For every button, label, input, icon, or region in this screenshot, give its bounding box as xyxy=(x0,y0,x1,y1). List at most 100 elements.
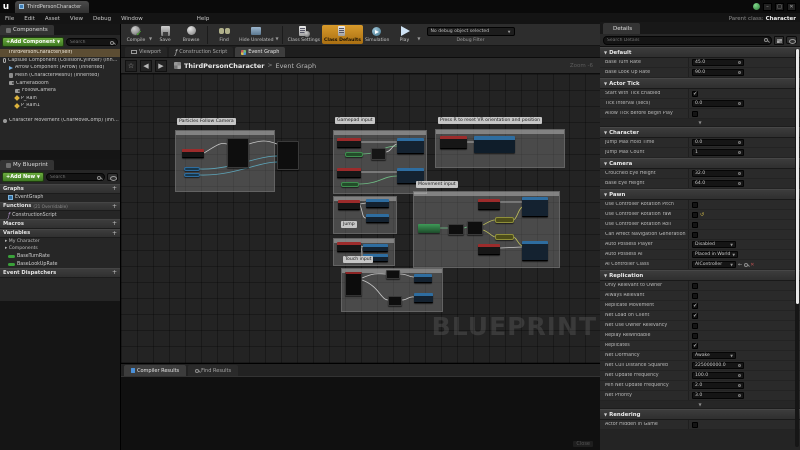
pill-blue-node[interactable] xyxy=(184,167,200,171)
details-section-pawn[interactable]: ▼ Pawn xyxy=(600,189,800,200)
tab-find-results[interactable]: Find Results xyxy=(188,365,239,376)
close-results-button[interactable]: Close xyxy=(573,441,593,447)
details-scrollbar[interactable] xyxy=(795,49,799,447)
event-node[interactable] xyxy=(478,199,500,210)
spinner-icon[interactable] xyxy=(737,393,741,398)
tab-components[interactable]: Components xyxy=(0,25,54,35)
browse-button[interactable]: Browse xyxy=(178,25,204,44)
tab-viewport[interactable]: Viewport xyxy=(125,47,168,57)
add-icon[interactable]: + xyxy=(112,203,117,210)
details-section-camera[interactable]: ▼ Camera xyxy=(600,158,800,169)
add-new-button[interactable]: +Add New ▼ xyxy=(2,172,44,182)
event-node[interactable] xyxy=(337,168,361,178)
add-icon[interactable]: + xyxy=(112,185,117,192)
component-followcamera[interactable]: FollowCamera xyxy=(0,87,120,95)
tab-compiler-results[interactable]: Compiler Results xyxy=(124,365,187,376)
components-search[interactable] xyxy=(66,38,118,46)
subsection-components[interactable]: ▸ Components xyxy=(0,245,120,252)
property-matrix-icon[interactable] xyxy=(774,35,784,45)
use-selected-icon[interactable]: ← xyxy=(738,262,742,268)
bigdark-node[interactable] xyxy=(345,272,362,296)
checkbox[interactable]: ✓ xyxy=(692,312,698,319)
spinner-icon[interactable] xyxy=(737,373,741,378)
green-node[interactable] xyxy=(418,224,440,233)
dark-node[interactable] xyxy=(277,141,299,170)
my-blueprint-search[interactable] xyxy=(45,173,105,181)
blueprint-item-baselookuprate[interactable]: BaseLookUpRate xyxy=(0,260,120,268)
spinner-icon[interactable] xyxy=(737,70,741,75)
add-component-button[interactable]: +Add Component ▼ xyxy=(2,37,65,47)
blueprint-item-constructionscript[interactable]: ƒ ConstructionScript xyxy=(0,211,120,219)
tab-event-graph[interactable]: Event Graph xyxy=(235,47,286,57)
component-capsule[interactable]: Capsule Component (CollisionCylinder) (I… xyxy=(0,57,120,65)
details-section-character[interactable]: ▼ Character xyxy=(600,127,800,138)
event-graph-canvas[interactable]: BLUEPRINT Particles Follow Camera Gamepad… xyxy=(121,74,601,363)
save-button[interactable]: Save xyxy=(152,25,178,44)
menu-file[interactable]: File xyxy=(0,16,19,22)
number-input[interactable]: 2.0 xyxy=(692,381,744,390)
spinner-icon[interactable] xyxy=(737,171,741,176)
details-search[interactable] xyxy=(603,35,772,45)
details-scrollbar-thumb[interactable] xyxy=(795,49,799,304)
spinner-icon[interactable] xyxy=(737,181,741,186)
event-node[interactable] xyxy=(337,242,361,252)
checkbox[interactable] xyxy=(692,322,698,329)
event-node[interactable] xyxy=(182,149,204,158)
number-input[interactable]: 32.0 xyxy=(692,169,744,178)
maximize-button[interactable]: □ xyxy=(775,2,784,11)
dark-node[interactable] xyxy=(386,270,400,279)
debug-object-dropdown[interactable]: No debug object selected ▼ xyxy=(426,27,515,36)
func-node[interactable] xyxy=(363,244,388,252)
section-macros[interactable]: Macros + xyxy=(0,219,120,229)
mini-node[interactable] xyxy=(371,148,386,160)
spinner-icon[interactable] xyxy=(737,383,741,388)
checkbox[interactable] xyxy=(692,110,698,117)
checkbox[interactable]: ✓ xyxy=(692,90,698,97)
checkbox[interactable] xyxy=(692,421,698,428)
comment-title-touch-input[interactable]: Touch input xyxy=(343,256,374,263)
find-button[interactable]: Find xyxy=(211,25,237,44)
checkbox[interactable] xyxy=(692,332,698,339)
component-p-rain1[interactable]: P_Rain1 xyxy=(0,102,120,110)
menu-window[interactable]: Window xyxy=(116,16,148,22)
component-cameraboom[interactable]: CameraBoom xyxy=(0,79,120,87)
asset-tab[interactable]: ThirdPersonCharacter xyxy=(15,0,90,13)
nav-forward-icon[interactable]: ▶ xyxy=(155,59,167,72)
section-event-dispatchers[interactable]: Event Dispatchers + xyxy=(0,268,120,278)
play-button[interactable]: Play xyxy=(391,25,417,44)
event-node[interactable] xyxy=(337,138,361,148)
pill-blue-node[interactable] xyxy=(184,173,200,177)
dropdown[interactable]: Awake ▼ xyxy=(692,351,736,360)
number-input[interactable]: 0.0 xyxy=(692,138,744,147)
tab-construction-script[interactable]: ƒ Construction Script xyxy=(169,47,234,57)
add-icon[interactable]: + xyxy=(112,269,117,276)
comment-title-particles-follow-camera[interactable]: Particles Follow Camera xyxy=(177,118,236,125)
my-blueprint-search-input[interactable] xyxy=(46,174,104,180)
comment-title-press-r-to-reset-vr-orie[interactable]: Press R to reset VR orientation and posi… xyxy=(438,117,543,124)
number-input[interactable]: 100.0 xyxy=(692,371,744,380)
nav-back-icon[interactable]: ◀ xyxy=(140,59,152,72)
simulation-button[interactable]: Simulation xyxy=(363,25,391,44)
checkbox[interactable] xyxy=(692,201,698,208)
number-input[interactable]: 0.0 xyxy=(692,99,744,108)
expand-rows-button[interactable]: ▼ xyxy=(600,401,800,409)
func-node[interactable] xyxy=(522,241,548,261)
dropdown-caret-icon[interactable]: ▼ xyxy=(276,36,279,41)
pill-green-node[interactable] xyxy=(345,152,363,157)
dropdown[interactable]: AIController ▼ xyxy=(692,260,736,269)
reset-to-default-icon[interactable]: ↺ xyxy=(700,212,704,218)
dark-node[interactable] xyxy=(448,224,464,235)
dropdown[interactable]: Placed in World ▼ xyxy=(692,250,739,259)
event-node[interactable] xyxy=(440,136,467,149)
add-icon[interactable]: + xyxy=(112,220,117,227)
view-options-eye-icon[interactable] xyxy=(107,173,118,181)
menu-asset[interactable]: Asset xyxy=(40,16,65,22)
class-settings-button[interactable]: Class Settings xyxy=(286,25,322,44)
event-node[interactable] xyxy=(338,200,360,210)
number-input[interactable]: 1 xyxy=(692,148,744,157)
pill-yellow-node[interactable] xyxy=(495,217,514,223)
checkbox[interactable] xyxy=(692,231,698,238)
spinner-icon[interactable] xyxy=(737,60,741,65)
hide-unrelated-button[interactable]: Hide Unrelated xyxy=(237,25,275,44)
blueprint-item-eventgraph[interactable]: EventGraph xyxy=(0,194,120,202)
